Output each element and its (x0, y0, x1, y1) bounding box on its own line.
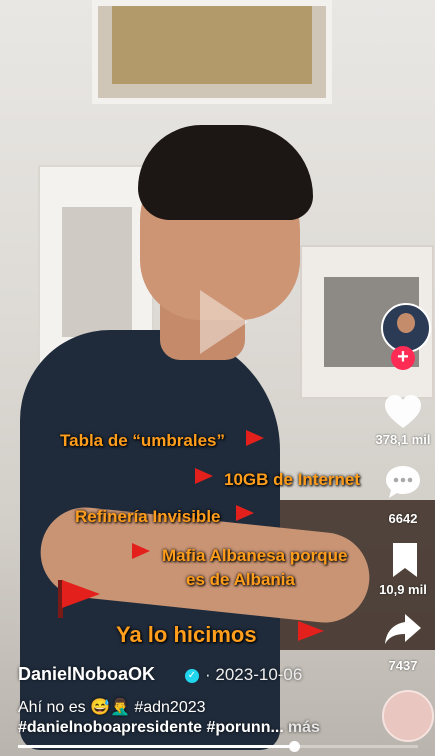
like-count: 378,1 mil (375, 432, 431, 447)
wall-painting-top (92, 0, 332, 104)
caption-line1[interactable]: Ahí no es 😅🤦‍♂️ #adn2023 (18, 697, 206, 717)
annotation-umbrales: Tabla de “umbrales” (60, 431, 226, 450)
share-icon[interactable] (383, 610, 423, 650)
red-flag-icon (298, 621, 324, 641)
share-count: 7437 (388, 658, 418, 673)
play-icon[interactable] (200, 290, 248, 354)
comment-count: 6642 (388, 511, 418, 526)
music-disc[interactable] (382, 690, 434, 742)
progress-knob[interactable] (289, 741, 300, 752)
heart-icon[interactable] (383, 393, 423, 433)
comment-icon[interactable] (383, 462, 423, 502)
annotation-refineria: Refinería Invisible (75, 507, 221, 526)
red-flag-icon (236, 505, 254, 521)
annotation-internet: 10GB de Internet (224, 470, 361, 489)
annotation-mafia-line1: Mafia Albanesa porque (162, 546, 348, 565)
plus-icon[interactable]: + (391, 346, 415, 370)
red-flag-icon (246, 430, 264, 446)
annotation-ya-lo-hicimos: Ya lo hicimos (116, 622, 257, 647)
bookmark-icon[interactable] (385, 540, 425, 580)
more-button[interactable]: más (288, 719, 320, 736)
person-hair (138, 125, 313, 220)
red-flag-icon (195, 468, 213, 484)
red-flag-icon (62, 580, 100, 608)
tiktok-video-screen[interactable]: Tabla de “umbrales” 10GB de Internet Ref… (0, 0, 435, 756)
progress-fill (18, 745, 294, 748)
video-progress-bar[interactable] (18, 741, 418, 752)
post-date: · 2023-10-06 (205, 665, 303, 684)
save-count: 10,9 mil (379, 582, 427, 597)
caption-hashtags[interactable]: #danielnoboapresidente #porunn... (18, 719, 284, 736)
creator-username[interactable]: DanielNoboaOK (18, 664, 155, 685)
red-flag-icon (132, 543, 150, 559)
caption-line2[interactable]: #danielnoboapresidente #porunn... más (18, 719, 320, 737)
verified-icon: ✓ (185, 669, 199, 683)
annotation-mafia-line2: es de Albania (186, 570, 295, 589)
